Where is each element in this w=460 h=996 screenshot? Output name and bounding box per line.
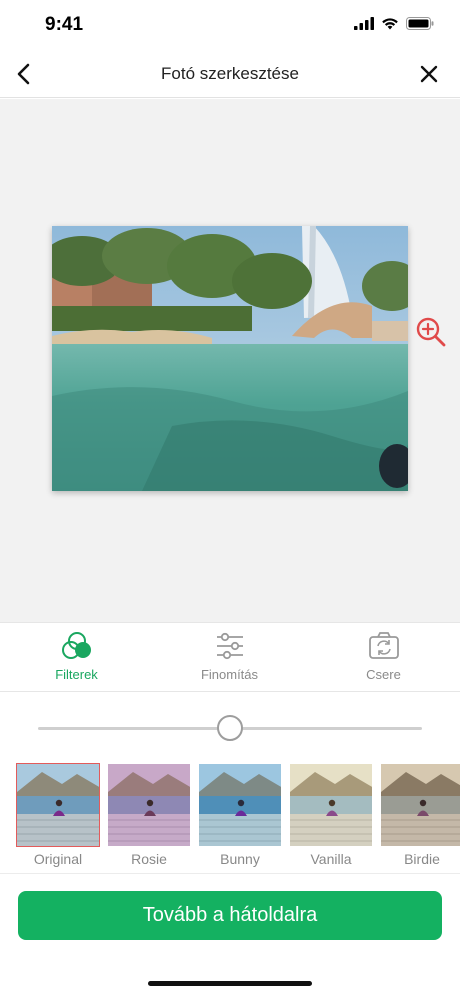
filter-thumbnail xyxy=(289,763,373,847)
close-button[interactable] xyxy=(414,59,444,89)
status-bar: 9:41 xyxy=(0,0,460,50)
nav-bar: Fotó szerkesztése xyxy=(0,50,460,98)
photo-preview[interactable] xyxy=(52,226,408,491)
filter-birdie[interactable]: Birdie xyxy=(380,763,460,871)
filter-thumbnail xyxy=(107,763,191,847)
tab-label: Finomítás xyxy=(200,667,259,682)
filter-thumbnail xyxy=(380,763,460,847)
filter-list: Original Rosie Bunny Vanilla Birdie xyxy=(0,763,460,873)
zoom-in-icon xyxy=(416,317,446,347)
filter-vanilla[interactable]: Vanilla xyxy=(289,763,373,871)
home-indicator xyxy=(148,981,312,986)
filter-rosie[interactable]: Rosie xyxy=(107,763,191,871)
zoom-in-button[interactable] xyxy=(415,316,447,348)
filter-preview-image xyxy=(381,764,460,846)
page-title: Fotó szerkesztése xyxy=(161,64,299,83)
filter-label: Rosie xyxy=(131,851,167,867)
filters-icon xyxy=(61,632,91,659)
status-icons xyxy=(354,17,434,30)
tab-label: Filterek xyxy=(55,667,98,682)
wifi-icon xyxy=(382,18,398,30)
filter-bunny[interactable]: Bunny xyxy=(198,763,282,871)
filter-label: Original xyxy=(33,851,83,867)
filter-preview-image xyxy=(290,764,372,846)
continue-to-back-button[interactable]: Tovább a hátoldalra xyxy=(18,891,442,940)
filter-thumbnail xyxy=(16,763,100,847)
filter-preview-image xyxy=(199,764,281,846)
editor-tabs: Filterek Finomítás Csere xyxy=(0,622,460,692)
filter-preview-image xyxy=(17,764,99,846)
intensity-slider[interactable] xyxy=(38,714,422,744)
filter-preview-image xyxy=(108,764,190,846)
cellular-signal-icon xyxy=(354,17,374,30)
replace-photo-icon xyxy=(368,632,399,659)
status-time: 9:41 xyxy=(45,14,84,35)
close-icon xyxy=(420,65,438,83)
tab-replace[interactable]: Csere xyxy=(307,623,460,693)
filter-thumbnail xyxy=(198,763,282,847)
filter-label: Vanilla xyxy=(310,851,352,867)
slider-thumb[interactable] xyxy=(217,715,243,741)
photo-canvas xyxy=(0,99,460,622)
tab-label: Csere xyxy=(366,667,401,682)
battery-icon xyxy=(406,17,434,30)
divider xyxy=(0,873,460,874)
filter-label: Birdie xyxy=(404,851,440,867)
photo-image xyxy=(52,226,408,491)
tab-filters[interactable]: Filterek xyxy=(0,623,153,693)
filter-label: Bunny xyxy=(220,851,260,867)
tab-finetune[interactable]: Finomítás xyxy=(153,623,306,693)
filter-original[interactable]: Original xyxy=(16,763,100,871)
sliders-icon xyxy=(216,632,243,660)
